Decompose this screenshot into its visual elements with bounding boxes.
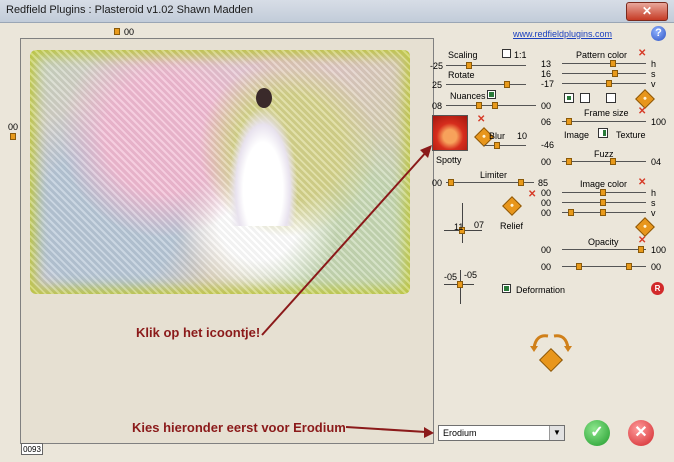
- dancer-head: [256, 88, 272, 108]
- cancel-button[interactable]: ✕: [628, 420, 654, 446]
- relief-label: Relief: [500, 221, 524, 231]
- fuzz-slider[interactable]: [562, 158, 646, 165]
- image-s-label: s: [651, 198, 656, 208]
- top-offset-value: 00: [124, 27, 135, 37]
- ratio-label: 1:1: [514, 50, 527, 60]
- frame-size-value-right: 100: [651, 117, 667, 127]
- limiter-reset-icon[interactable]: ✕: [528, 189, 536, 200]
- shift-handle[interactable]: [457, 281, 463, 288]
- fuzz-value-right: 04: [651, 157, 662, 167]
- limiter-value-right: 85: [538, 178, 549, 188]
- image-s-value: 00: [541, 198, 552, 208]
- shuffle-icon[interactable]: [528, 330, 574, 374]
- opacity-value-right: 100: [651, 245, 667, 255]
- dancer-figure: [228, 106, 298, 226]
- plaster-texture: [30, 50, 410, 294]
- texture-swatch-icon[interactable]: [432, 115, 468, 151]
- frame-size-slider[interactable]: [562, 118, 646, 125]
- title-bar: Redfield Plugins : Plasteroid v1.02 Shaw…: [0, 0, 674, 23]
- rotate-label: Rotate: [448, 70, 475, 80]
- preset-dropdown[interactable]: Erodium ▼: [438, 425, 565, 441]
- limiter-value-left: 00: [432, 178, 443, 188]
- window-title: Redfield Plugins : Plasteroid v1.02 Shaw…: [6, 4, 254, 16]
- ok-button[interactable]: ✓: [584, 420, 610, 446]
- pattern-s-label: s: [651, 69, 656, 79]
- pattern-h-value: 13: [541, 59, 552, 69]
- nuances-slider[interactable]: [446, 102, 536, 109]
- limiter-slider[interactable]: [446, 179, 534, 186]
- website-link[interactable]: www.redfieldplugins.com: [513, 29, 612, 39]
- pattern-h-slider[interactable]: [562, 60, 646, 67]
- nuances-label: Nuances: [450, 91, 486, 101]
- help-icon[interactable]: ?: [651, 26, 666, 41]
- chevron-down-icon[interactable]: ▼: [549, 426, 564, 440]
- click-icon-annotation: Klik op het icoontje!: [136, 325, 261, 340]
- top-offset-handle[interactable]: [114, 28, 120, 35]
- opacity-value-left-2: 00: [541, 262, 552, 272]
- rotate-value: 25: [432, 80, 443, 90]
- blur-value: 10: [517, 131, 528, 141]
- spotty-label: Spotty: [436, 155, 462, 165]
- frame-counter: 0093: [21, 443, 43, 455]
- image-h-slider[interactable]: [562, 189, 646, 196]
- opacity-reset-icon[interactable]: ✕: [638, 235, 646, 246]
- image-s-slider[interactable]: [562, 199, 646, 206]
- image-h-value: 00: [541, 188, 552, 198]
- left-offset-value: 00: [8, 122, 19, 132]
- nuances-checkbox[interactable]: [487, 90, 496, 99]
- image-color-reset-icon[interactable]: ✕: [638, 177, 646, 188]
- pattern-color-reset-icon[interactable]: ✕: [638, 48, 646, 59]
- ratio-checkbox[interactable]: [502, 49, 511, 58]
- pattern-v-slider[interactable]: [562, 80, 646, 87]
- opacity-value-right-2: 00: [651, 262, 662, 272]
- blur-label: Blur: [489, 131, 506, 141]
- pattern-v-label: v: [651, 79, 656, 89]
- swatch-reset-icon[interactable]: ✕: [477, 114, 485, 125]
- pattern-v-value: -17: [541, 79, 555, 89]
- pattern-mode-2-button[interactable]: [580, 93, 590, 103]
- shift-value-y: -05: [464, 270, 478, 280]
- relief-value-x: 11: [454, 222, 464, 232]
- frame-size-label: Frame size: [584, 108, 629, 118]
- shift-value-x: -05: [444, 272, 458, 282]
- image-v-value: 00: [541, 208, 552, 218]
- deformation-label: Deformation: [516, 285, 566, 295]
- frame-size-reset-icon[interactable]: ✕: [638, 106, 646, 117]
- preset-selected-value: Erodium: [443, 428, 477, 438]
- pattern-h-label: h: [651, 59, 657, 69]
- left-offset-handle[interactable]: [10, 133, 16, 140]
- nuances-value-left: 08: [432, 101, 443, 111]
- reset-button[interactable]: R: [651, 282, 664, 295]
- blur-slider[interactable]: [484, 142, 526, 149]
- scaling-slider[interactable]: [446, 62, 526, 69]
- nuances-value-right: 00: [541, 101, 552, 111]
- image-v-label: v: [651, 208, 656, 218]
- scaling-label: Scaling: [448, 50, 478, 60]
- frame-size-value-left: 06: [541, 117, 552, 127]
- relief-value-y: 07: [474, 220, 485, 230]
- choose-preset-annotation: Kies hieronder eerst voor Erodium: [132, 420, 346, 435]
- fuzz-value-left: 00: [541, 157, 552, 167]
- opacity-value-left: 00: [541, 245, 552, 255]
- close-window-button[interactable]: ✕: [626, 2, 668, 21]
- image-label: Image: [564, 130, 590, 140]
- opacity-slider[interactable]: [562, 246, 646, 253]
- image-v-slider[interactable]: [562, 209, 646, 216]
- scaling-value: -25: [430, 61, 444, 71]
- blur-value-left: -46: [541, 140, 555, 150]
- rotate-slider[interactable]: [446, 81, 526, 88]
- image-h-label: h: [651, 188, 657, 198]
- deformation-checkbox[interactable]: [502, 284, 511, 293]
- image-texture-toggle[interactable]: [598, 128, 608, 138]
- preview-image[interactable]: [30, 50, 410, 294]
- opacity-slider-2[interactable]: [562, 263, 646, 270]
- pattern-color-label: Pattern color: [576, 50, 628, 60]
- texture-label: Texture: [616, 130, 646, 140]
- pattern-mode-1-button[interactable]: [564, 93, 574, 103]
- image-color-label: Image color: [580, 179, 628, 189]
- pattern-s-value: 16: [541, 69, 552, 79]
- pattern-mode-3-button[interactable]: [606, 93, 616, 103]
- pattern-s-slider[interactable]: [562, 70, 646, 77]
